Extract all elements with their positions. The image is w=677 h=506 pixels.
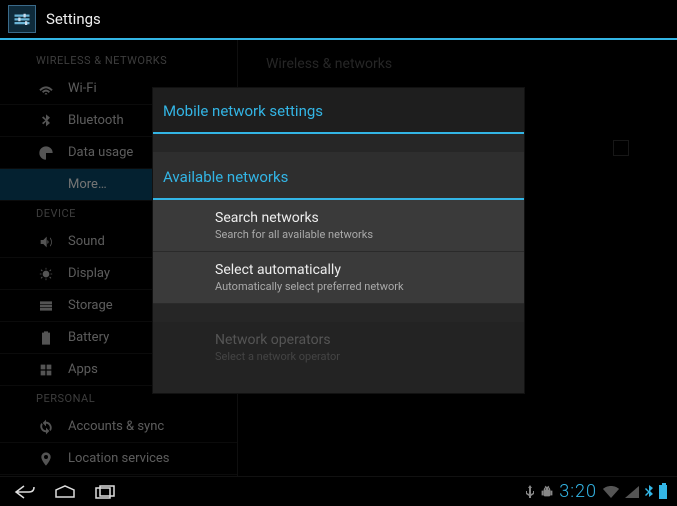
dialog-item-search-networks[interactable]: Search networks Search for all available… — [153, 200, 524, 252]
action-bar-title: Settings — [46, 10, 101, 28]
status-area[interactable]: 3:20 — [525, 481, 667, 502]
dialog-section-header: Available networks — [153, 152, 524, 200]
dialog-item-secondary: Automatically select preferred network — [215, 280, 514, 293]
dialog-item-primary: Search networks — [215, 210, 514, 226]
mobile-network-dialog: Mobile network settings Available networ… — [152, 87, 525, 394]
battery-status-icon — [659, 485, 667, 499]
usb-icon — [525, 485, 535, 499]
dialog-item-network-operators: Network operators Select a network opera… — [153, 322, 524, 393]
dialog-title: Mobile network settings — [153, 88, 524, 134]
dialog-item-primary: Network operators — [215, 332, 514, 348]
system-navbar: 3:20 — [0, 476, 677, 506]
bluetooth-status-icon — [645, 485, 653, 499]
dialog-item-secondary: Select a network operator — [215, 350, 514, 363]
dialog-item-primary: Select automatically — [215, 262, 514, 278]
wifi-status-icon — [603, 486, 619, 498]
clock: 3:20 — [559, 481, 597, 502]
home-button[interactable] — [50, 480, 80, 504]
android-debug-icon — [541, 485, 553, 499]
back-button[interactable] — [10, 480, 40, 504]
dialog-item-secondary: Search for all available networks — [215, 228, 514, 241]
dialog-item-select-automatically[interactable]: Select automatically Automatically selec… — [153, 252, 524, 304]
recent-apps-button[interactable] — [90, 480, 120, 504]
action-bar: Settings — [0, 0, 677, 40]
signal-status-icon — [625, 486, 639, 498]
settings-app-icon — [8, 5, 36, 33]
